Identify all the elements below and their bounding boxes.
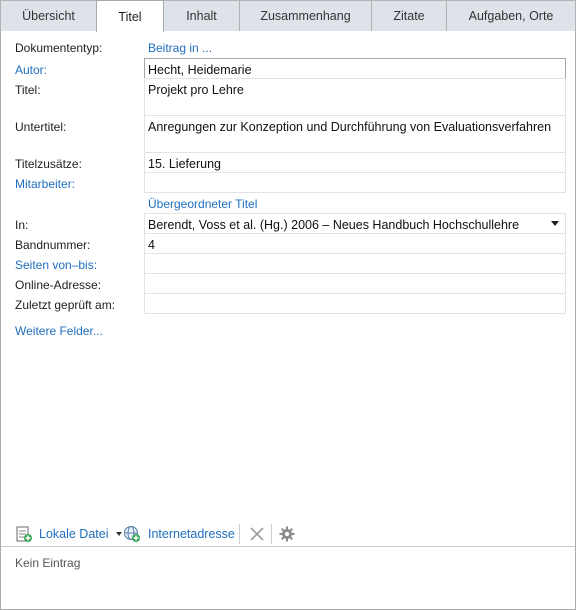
more-fields-link[interactable]: Weitere Felder... — [15, 324, 103, 338]
toolbar-separator — [271, 524, 272, 544]
title-field[interactable]: Projekt pro Lehre — [144, 78, 566, 116]
attachment-status: Kein Eintrag — [15, 556, 81, 570]
tab-overview[interactable]: Übersicht — [0, 0, 97, 31]
attachment-toolbar: Lokale Datei Internetadresse — [1, 520, 575, 547]
tab-bar: Übersicht Titel Inhalt Zusammenhang Zita… — [0, 0, 576, 32]
contributors-field[interactable] — [144, 172, 566, 193]
pages-label-link[interactable]: Seiten von–bis: — [15, 258, 97, 272]
dropdown-arrow-icon[interactable] — [115, 532, 122, 536]
author-label-link[interactable]: Autor: — [15, 63, 47, 77]
tab-title[interactable]: Titel — [96, 0, 164, 32]
local-file-icon — [16, 526, 32, 542]
tab-content[interactable]: Inhalt — [163, 0, 240, 31]
internet-address-button[interactable]: Internetadresse — [123, 524, 235, 544]
doc-type-label: Dokumententyp: — [15, 41, 103, 55]
in-label: In: — [15, 218, 29, 232]
contributors-label-link[interactable]: Mitarbeiter: — [15, 177, 75, 191]
in-dropdown[interactable]: Berendt, Voss et al. (Hg.) 2006 – Neues … — [144, 213, 566, 234]
last-checked-label: Zuletzt geprüft am: — [15, 298, 116, 312]
doc-type-link[interactable]: Beitrag in ... — [148, 41, 212, 55]
pages-field[interactable] — [144, 253, 566, 274]
toolbar-separator — [239, 524, 240, 544]
volume-field[interactable]: 4 — [144, 233, 566, 254]
title-panel: Dokumententyp: Beitrag in ... Autor: Hec… — [0, 31, 576, 610]
volume-label: Bandnummer: — [15, 238, 91, 252]
internet-address-label: Internetadresse — [148, 527, 235, 541]
tab-quotes[interactable]: Zitate — [371, 0, 447, 31]
close-icon — [250, 527, 264, 541]
chevron-down-icon[interactable] — [551, 221, 559, 226]
online-address-field[interactable] — [144, 273, 566, 294]
title-label: Titel: — [15, 83, 41, 97]
last-checked-field[interactable] — [144, 293, 566, 314]
parent-title-heading: Übergeordneter Titel — [148, 197, 258, 211]
subtitle-field[interactable]: Anregungen zur Konzeption und Durchführu… — [144, 115, 566, 153]
subtitle-label: Untertitel: — [15, 120, 67, 134]
globe-icon — [124, 526, 140, 542]
tab-context[interactable]: Zusammenhang — [239, 0, 372, 31]
local-file-label: Lokale Datei — [39, 527, 109, 541]
title-additions-field[interactable]: 15. Lieferung — [144, 152, 566, 173]
settings-button[interactable] — [278, 524, 296, 544]
author-field[interactable]: Hecht, Heidemarie — [144, 58, 566, 79]
tab-tasks-places[interactable]: Aufgaben, Orte — [446, 0, 576, 31]
in-dropdown-value: Berendt, Voss et al. (Hg.) 2006 – Neues … — [148, 218, 520, 232]
gear-icon — [279, 526, 295, 542]
online-address-label: Online-Adresse: — [15, 278, 102, 292]
title-additions-label: Titelzusätze: — [15, 157, 82, 171]
delete-button[interactable] — [248, 524, 266, 544]
local-file-button[interactable]: Lokale Datei — [15, 524, 122, 544]
